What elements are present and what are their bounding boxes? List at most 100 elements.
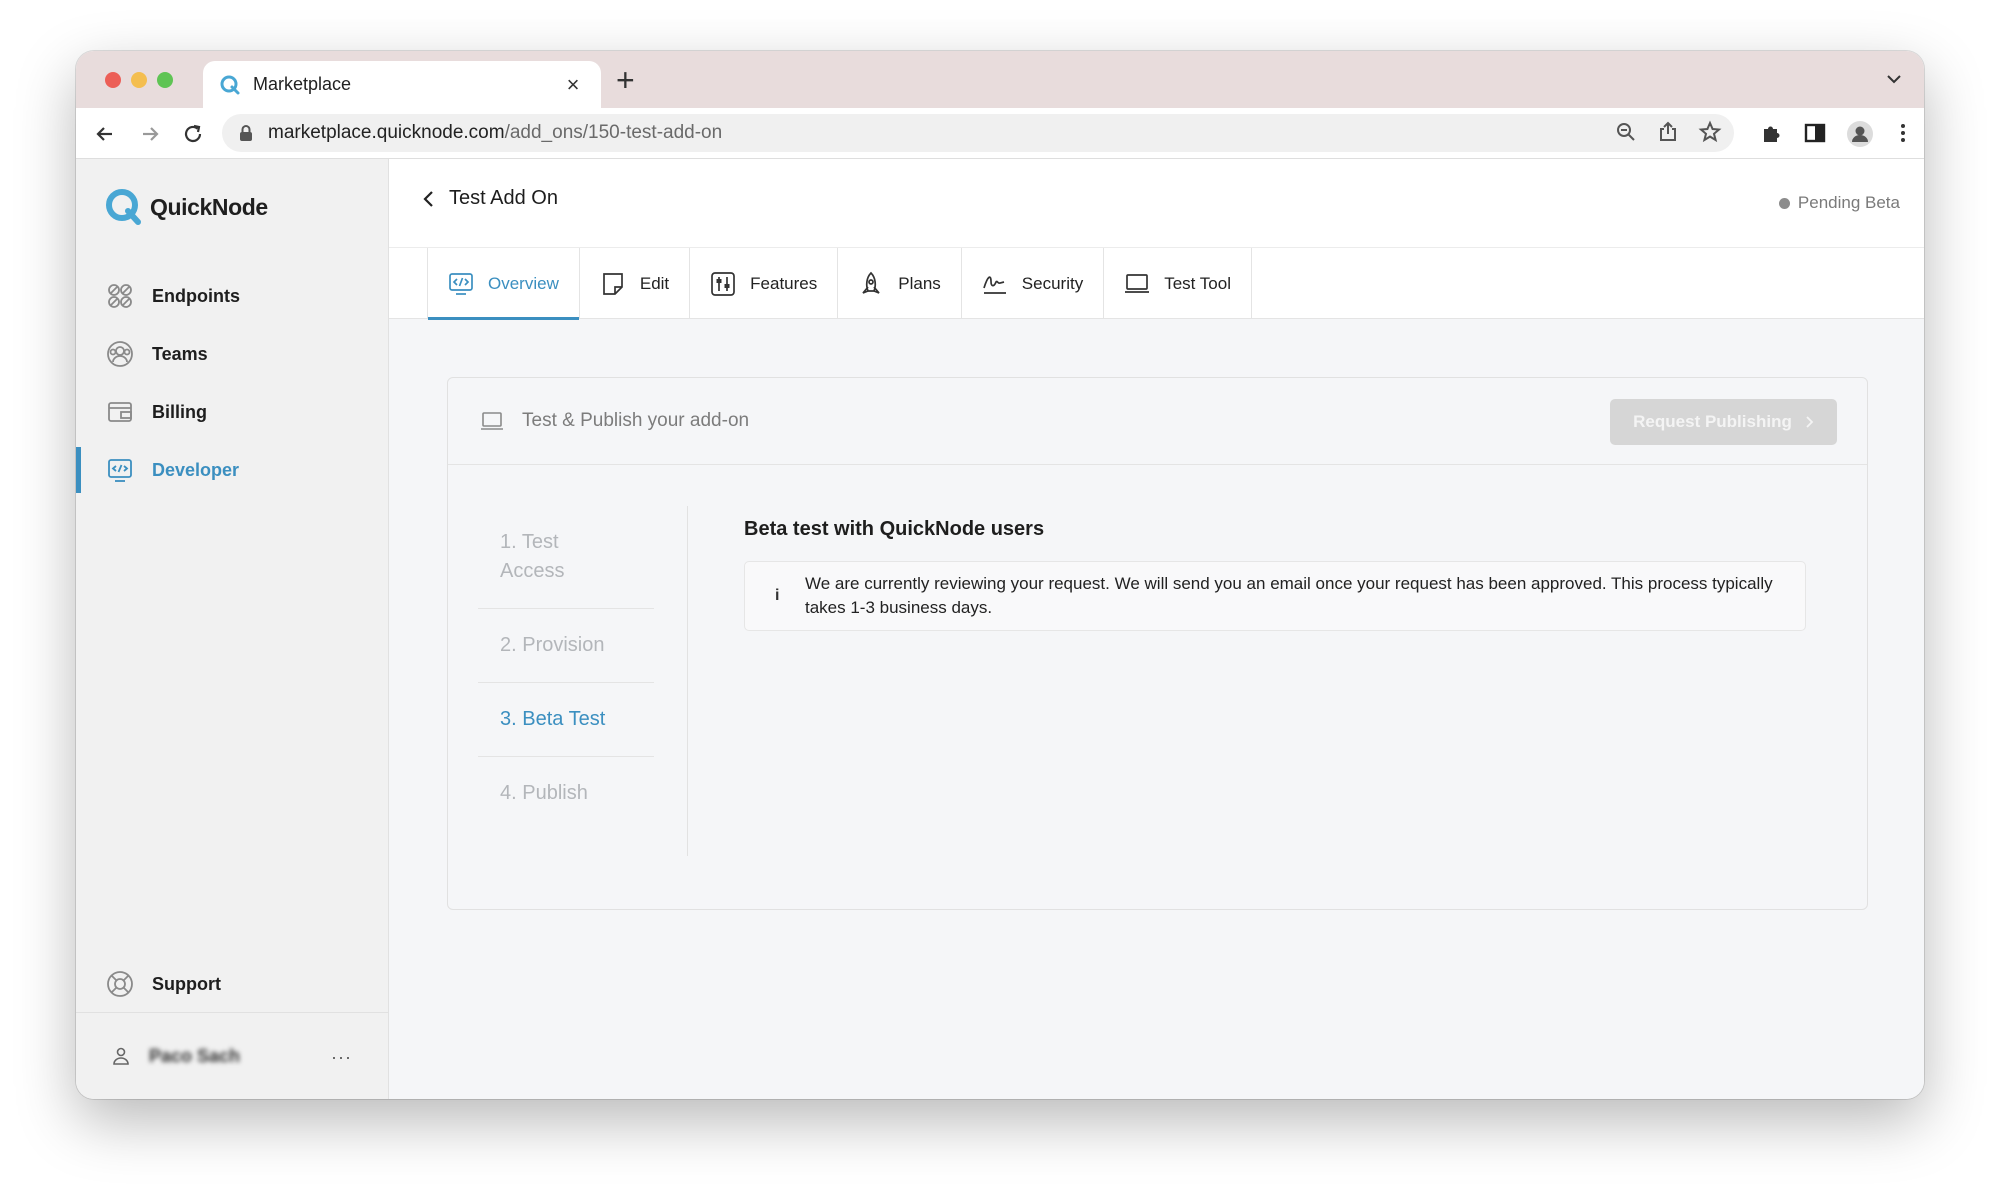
sidebar-item-endpoints[interactable]: Endpoints <box>76 267 388 325</box>
developer-icon <box>108 459 132 482</box>
browser-tabstrip: Marketplace × + <box>76 51 1924 108</box>
step-list: 1. Test Access 2. Provision 3. Beta Test… <box>478 506 688 856</box>
back-link[interactable]: Test Add On <box>421 187 558 210</box>
sidebar-item-label: Billing <box>152 401 207 422</box>
section-title: Beta test with QuickNode users <box>744 518 1045 540</box>
close-tab-icon[interactable]: × <box>561 72 585 98</box>
sidebar-item-teams[interactable]: Teams <box>76 325 388 383</box>
tab-list: Overview Edit Features Plans Security Te… <box>427 248 1252 320</box>
sidebar-item-billing[interactable]: Billing <box>76 383 388 441</box>
tab-label: Plans <box>898 273 941 293</box>
info-notice: i We are currently reviewing your reques… <box>744 561 1806 631</box>
close-window-button[interactable] <box>105 72 121 88</box>
side-panel-icon <box>1802 120 1828 146</box>
tab-label: Test Tool <box>1164 273 1231 293</box>
reload-icon <box>184 124 202 143</box>
address-bar[interactable]: marketplace.quicknode.com/add_ons/150-te… <box>222 114 1734 152</box>
tab-features[interactable]: Features <box>690 248 839 319</box>
url-path: /add_ons/150-test-add-on <box>504 122 723 143</box>
card-header: Test & Publish your add-on Request Publi… <box>448 378 1867 465</box>
profile-avatar-icon <box>1846 120 1873 147</box>
step-publish[interactable]: 4. Publish <box>478 757 654 830</box>
bookmark-star-icon[interactable] <box>1698 120 1722 144</box>
card-title: Test & Publish your add-on <box>522 410 750 431</box>
step-label: 1. Test Access <box>500 531 565 582</box>
user-more-icon[interactable]: ··· <box>331 1047 352 1068</box>
request-publishing-button[interactable]: Request Publishing <box>1610 399 1837 445</box>
profile-button[interactable] <box>1846 120 1873 147</box>
tab-label: Overview <box>488 273 559 293</box>
tab-test-tool[interactable]: Test Tool <box>1104 248 1252 319</box>
extensions-button[interactable] <box>1759 120 1785 146</box>
tab-search-chevron-icon[interactable] <box>1884 69 1904 89</box>
sidebar: QuickNode Endpoints Teams Billing Develo… <box>76 159 389 1099</box>
lifebuoy-icon <box>107 971 133 997</box>
page-title: Test Add On <box>449 187 558 209</box>
chevron-right-icon <box>1806 416 1814 428</box>
puzzle-icon <box>1759 120 1785 146</box>
notice-text: We are currently reviewing your request.… <box>805 574 1773 617</box>
back-button[interactable] <box>92 121 118 147</box>
note-icon <box>603 272 623 295</box>
tab-label: Edit <box>639 273 670 293</box>
maximize-window-button[interactable] <box>157 72 173 88</box>
zoom-icon[interactable] <box>1614 120 1638 144</box>
tab-security[interactable]: Security <box>962 248 1105 319</box>
sidebar-item-label: Teams <box>152 343 208 364</box>
share-icon[interactable] <box>1656 120 1680 144</box>
teams-icon <box>107 341 133 367</box>
step-test-access[interactable]: 1. Test Access <box>478 506 654 609</box>
support-label: Support <box>152 973 221 994</box>
minimize-window-button[interactable] <box>131 72 147 88</box>
user-menu[interactable]: Paco Sach ··· <box>76 1012 388 1099</box>
rocket-icon <box>862 271 880 294</box>
side-panel-button[interactable] <box>1802 120 1828 146</box>
status-badge: Pending Beta <box>1778 193 1900 213</box>
tab-label: Features <box>750 273 818 293</box>
status-dot-icon <box>1778 197 1790 209</box>
billing-icon <box>108 402 132 422</box>
new-tab-button[interactable]: + <box>616 64 635 96</box>
sidebar-item-support[interactable]: Support <box>76 955 388 1013</box>
quicknode-favicon-icon <box>220 75 240 94</box>
reload-button[interactable] <box>180 121 206 147</box>
sidebar-item-label: Endpoints <box>152 285 240 306</box>
signature-icon <box>982 275 1006 294</box>
user-name: Paco Sach <box>149 1045 241 1066</box>
tab-plans[interactable]: Plans <box>838 248 962 319</box>
endpoints-icon <box>108 284 132 308</box>
code-monitor-icon <box>449 272 473 295</box>
browser-menu-button[interactable] <box>1890 120 1916 146</box>
step-label: 2. Provision <box>500 634 605 656</box>
request-publishing-label: Request Publishing <box>1633 412 1792 431</box>
forward-button[interactable] <box>137 121 163 147</box>
sidebar-item-developer[interactable]: Developer <box>76 441 388 499</box>
quicknode-logo-icon <box>106 189 141 225</box>
sidebar-item-label: Developer <box>152 459 240 480</box>
step-label: 4. Publish <box>500 782 588 804</box>
arrow-right-icon <box>143 127 159 141</box>
tab-edit[interactable]: Edit <box>580 248 691 319</box>
laptop-icon <box>1125 273 1150 293</box>
chevron-left-icon <box>423 190 433 207</box>
sliders-icon <box>711 271 736 296</box>
arrow-left-icon <box>96 127 112 141</box>
address-bar-actions <box>1614 120 1722 144</box>
app: QuickNode Endpoints Teams Billing Develo… <box>76 159 1924 1099</box>
tab-label: Security <box>1021 273 1084 293</box>
url-host: marketplace.quicknode.com <box>268 122 505 143</box>
status-label: Pending Beta <box>1797 193 1900 212</box>
step-content: Beta test with QuickNode users i We are … <box>744 518 1809 631</box>
step-provision[interactable]: 2. Provision <box>478 609 654 683</box>
brand-logo[interactable]: QuickNode <box>104 187 268 227</box>
browser-tab-title: Marketplace <box>253 74 352 94</box>
main-content: Test Add On Pending Beta Overview Edit F… <box>389 159 1924 1099</box>
url-text: marketplace.quicknode.com/add_ons/150-te… <box>268 122 722 144</box>
step-beta-test[interactable]: 3. Beta Test <box>478 683 654 757</box>
kebab-menu-icon <box>1890 120 1916 146</box>
browser-window: Marketplace × + marketplace.quicknode.co… <box>76 51 1924 1099</box>
browser-tab[interactable]: Marketplace × <box>203 61 601 108</box>
browser-toolbar: marketplace.quicknode.com/add_ons/150-te… <box>76 108 1924 159</box>
laptop-icon <box>481 412 503 430</box>
tab-overview[interactable]: Overview <box>427 248 580 320</box>
